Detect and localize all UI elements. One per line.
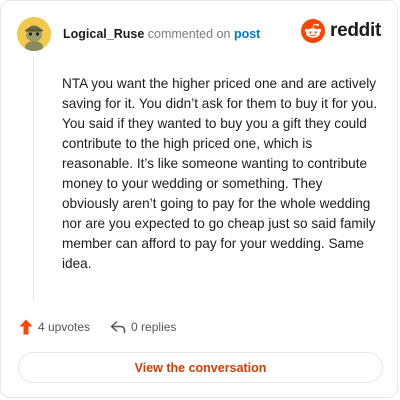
reply-button[interactable]: 0 replies	[110, 320, 176, 334]
upvote-button[interactable]: 4 upvotes	[19, 319, 90, 335]
comment-embed-card: Logical_Ruse commented on post reddit NT…	[0, 0, 398, 398]
reply-arrow-icon	[110, 321, 126, 334]
comment-body: NTA you want the higher priced one and a…	[62, 76, 378, 271]
upvote-count: 4 upvotes	[38, 320, 91, 334]
post-link[interactable]: post	[234, 27, 260, 41]
username-link[interactable]: Logical_Ruse	[63, 27, 144, 41]
action-text: commented on	[147, 27, 231, 41]
user-avatar-icon[interactable]	[17, 17, 51, 51]
upvote-arrow-icon	[19, 319, 33, 335]
comment-actions: 4 upvotes 0 replies	[19, 319, 176, 335]
view-conversation-button[interactable]: View the conversation	[18, 352, 383, 383]
reddit-logo[interactable]: reddit	[301, 19, 381, 43]
comment-header: Logical_Ruse commented on post	[63, 27, 260, 41]
thread-line	[33, 57, 34, 301]
reply-count: 0 replies	[131, 320, 177, 334]
reddit-wordmark: reddit	[330, 20, 381, 41]
reddit-snoo-icon	[301, 19, 326, 43]
